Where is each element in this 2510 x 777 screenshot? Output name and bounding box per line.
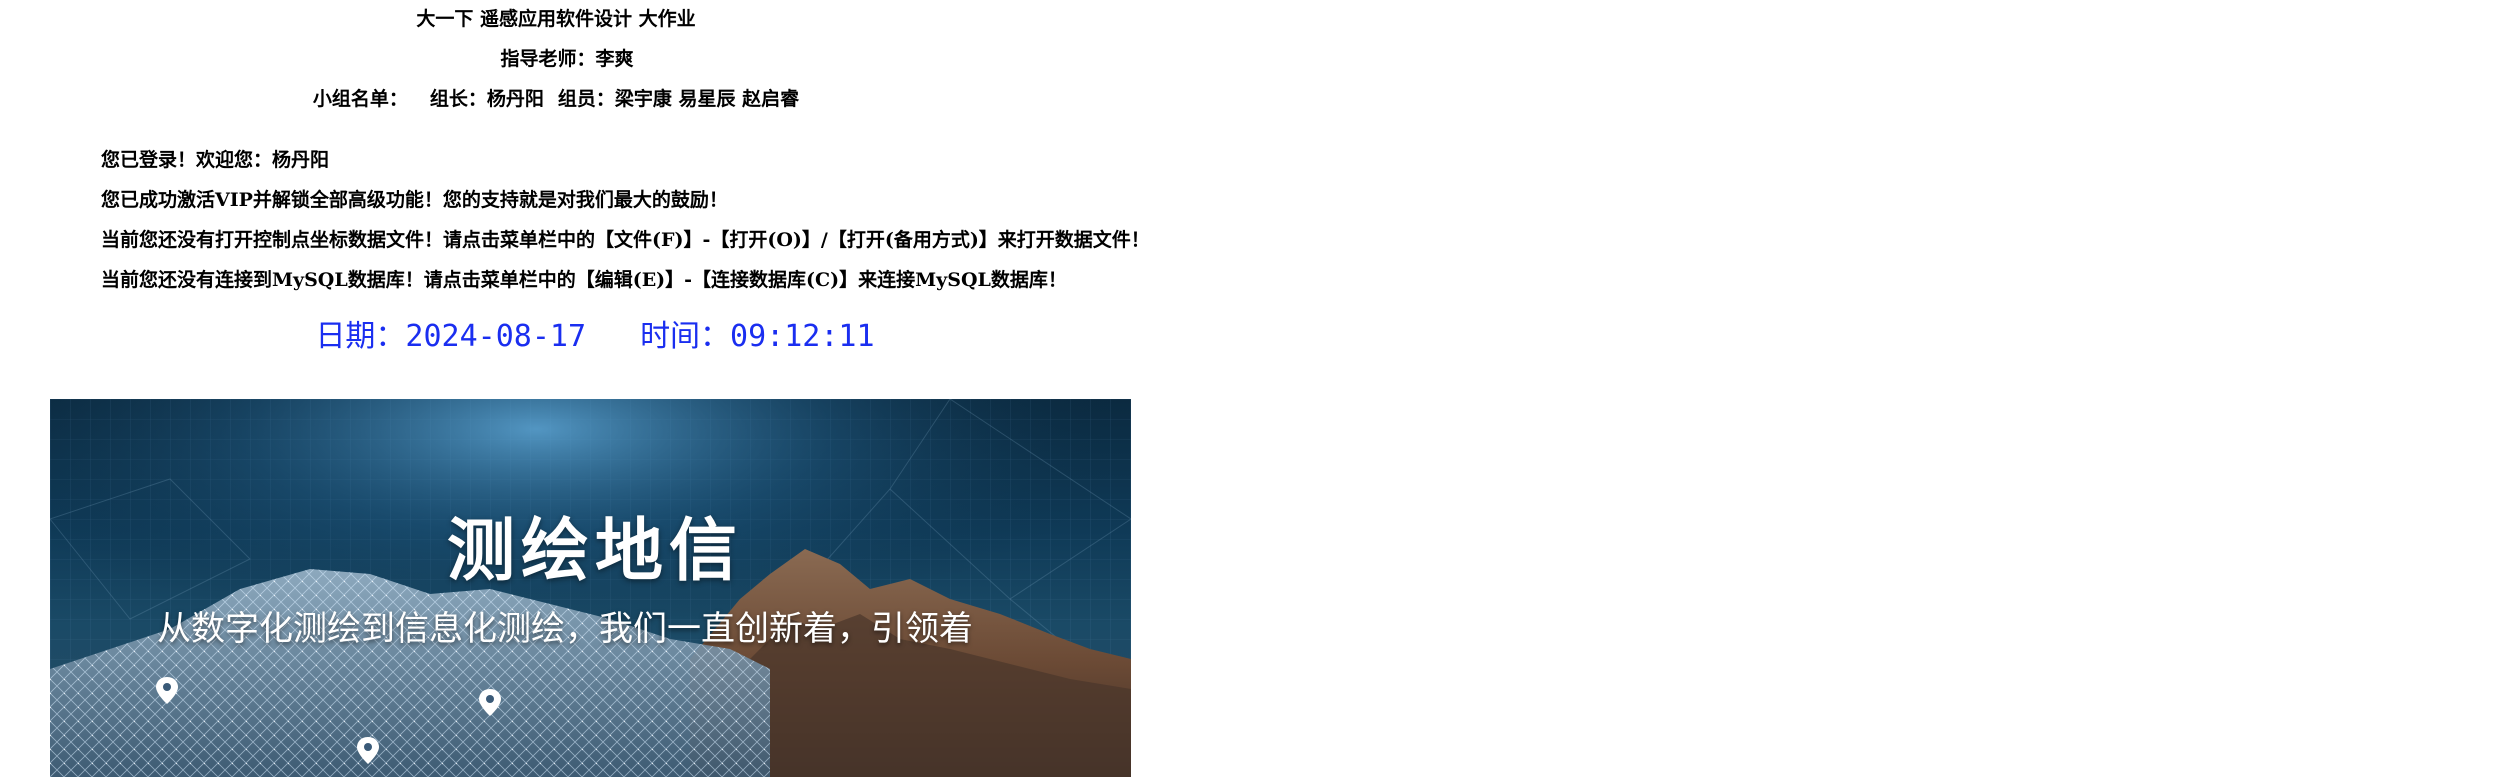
group-leader: 组长：杨丹阳 — [429, 88, 544, 110]
group-members: 组员：梁宇康 易星辰 赵启睿 — [557, 88, 800, 110]
banner-subtitle: 从数字化测绘到信息化测绘，我们一直创新着，引领着 — [157, 609, 973, 649]
member-list: 小组名单： 组长：杨丹阳 组员：梁宇康 易星辰 赵启睿 — [313, 87, 799, 111]
time-label: 时间：09:12:11 — [640, 319, 875, 354]
vip-status-message: 您已成功激活VIP并解锁全部高级功能！您的支持就是对我们最大的鼓励！ — [101, 189, 728, 211]
login-status-message: 您已登录！欢迎您：杨丹阳 — [101, 149, 330, 171]
assignment-title: 大一下 遥感应用软件设计 大作业 — [416, 8, 696, 30]
database-status-message: 当前您还没有连接到MySQL数据库！请点击菜单栏中的【编辑(E)】-【连接数据库… — [101, 269, 1067, 291]
member-list-label: 小组名单： — [312, 88, 408, 110]
date-label: 日期：2024-08-17 — [315, 319, 587, 354]
file-status-message: 当前您还没有打开控制点坐标数据文件！请点击菜单栏中的【文件(F)】-【打开(O)… — [101, 229, 1150, 251]
banner-title: 测绘地信 — [446, 512, 744, 591]
teacher-line: 指导老师：李爽 — [500, 48, 634, 70]
banner-image: 测绘地信 从数字化测绘到信息化测绘，我们一直创新着，引领着 — [50, 399, 1131, 777]
date-time-display: 日期：2024-08-17 时间：09:12:11 — [315, 318, 874, 356]
